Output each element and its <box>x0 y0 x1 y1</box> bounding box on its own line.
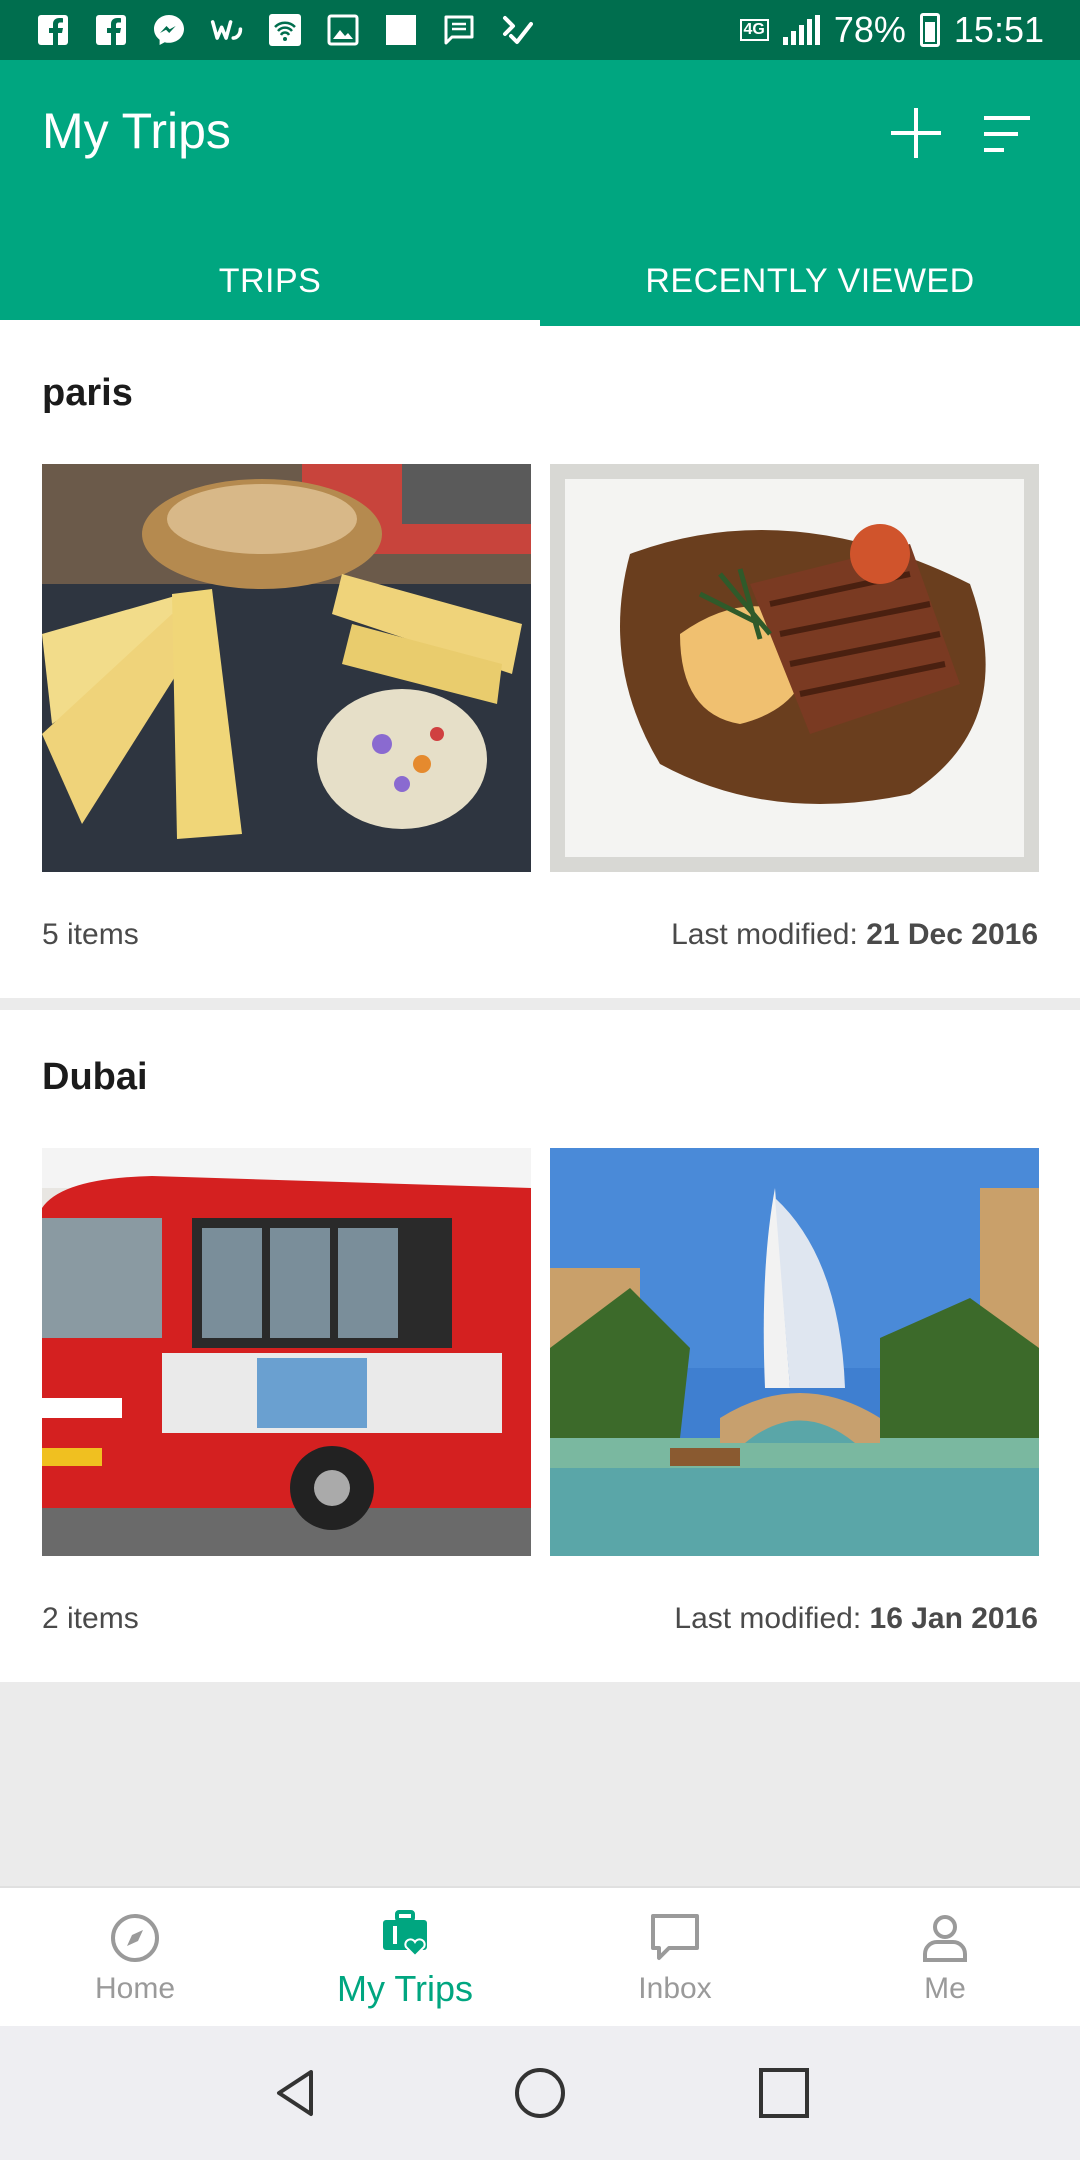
status-right: 4G 78% 15:51 <box>739 9 1044 51</box>
last-modified: Last modified: 16 Jan 2016 <box>674 1602 1038 1636</box>
system-navigation <box>0 2026 1080 2160</box>
chat-bubble-icon <box>651 1914 699 1960</box>
trip-card-dubai[interactable]: Dubai 2 items Last modified: 16 Jan 2016 <box>0 1010 1080 1682</box>
signal-icon <box>782 15 820 45</box>
nav-me[interactable]: Me <box>810 1888 1080 2026</box>
battery-icon <box>919 13 940 47</box>
tab-bar: TRIPS RECENTLY VIEWED <box>0 236 1080 326</box>
message-icon <box>442 13 476 47</box>
cheese-platter-photo <box>42 464 531 872</box>
notification-square-icon <box>384 13 418 47</box>
compass-icon <box>111 1914 159 1962</box>
page-title: My Trips <box>42 103 231 159</box>
trip-title: Dubai <box>42 1056 148 1098</box>
sort-icon[interactable] <box>980 112 1036 158</box>
messenger-icon <box>152 13 186 47</box>
last-modified-date: 16 Jan 2016 <box>869 1602 1038 1635</box>
nav-home[interactable]: Home <box>0 1888 270 2026</box>
check-icon <box>500 13 534 47</box>
facebook-icon <box>36 13 70 47</box>
wattpad-icon <box>210 13 244 47</box>
item-count: 2 items <box>42 1602 139 1635</box>
suitcase-heart-icon <box>383 1910 427 1958</box>
app-bar: My Trips TRIPS RECENTLY VIEWED <box>0 60 1080 326</box>
nav-my-trips[interactable]: My Trips <box>270 1888 540 2026</box>
home-circle-icon[interactable] <box>513 2066 567 2120</box>
steak-dish-photo <box>550 464 1039 872</box>
facebook-icon <box>94 13 128 47</box>
network-type: 4G <box>739 19 769 41</box>
wifi-hotspot-icon <box>268 13 302 47</box>
nav-label: Inbox <box>638 1972 712 2005</box>
burj-al-arab-photo <box>550 1148 1039 1556</box>
bottom-navigation: Home My Trips Inbox Me <box>0 1886 1080 2026</box>
trip-title: paris <box>42 372 133 414</box>
tab-trips[interactable]: TRIPS <box>0 236 540 326</box>
last-modified-label: Last modified: <box>674 1602 862 1635</box>
person-icon <box>923 1915 967 1962</box>
add-icon[interactable] <box>885 102 947 164</box>
gallery-icon <box>326 13 360 47</box>
nav-label: Me <box>924 1972 966 2005</box>
trip-list: paris 5 items Last modified: 21 Dec 2016… <box>0 326 1080 1694</box>
trip-card-paris[interactable]: paris 5 items Last modified: 21 Dec 2016 <box>0 326 1080 998</box>
status-bar: 4G 78% 15:51 <box>0 0 1080 60</box>
nav-inbox[interactable]: Inbox <box>540 1888 810 2026</box>
recents-square-icon[interactable] <box>757 2066 811 2120</box>
back-icon[interactable] <box>269 2066 323 2120</box>
last-modified-label: Last modified: <box>671 918 858 951</box>
nav-label: My Trips <box>336 1968 473 2009</box>
last-modified-date: 21 Dec 2016 <box>866 918 1038 951</box>
battery-percent: 78% <box>833 9 906 50</box>
notification-icons <box>36 13 534 47</box>
clock: 15:51 <box>953 9 1044 50</box>
item-count: 5 items <box>42 918 139 951</box>
nav-label: Home <box>94 1972 176 2005</box>
tab-recently-viewed[interactable]: RECENTLY VIEWED <box>540 236 1080 326</box>
red-tour-bus-photo <box>42 1148 531 1556</box>
last-modified: Last modified: 21 Dec 2016 <box>671 918 1038 952</box>
